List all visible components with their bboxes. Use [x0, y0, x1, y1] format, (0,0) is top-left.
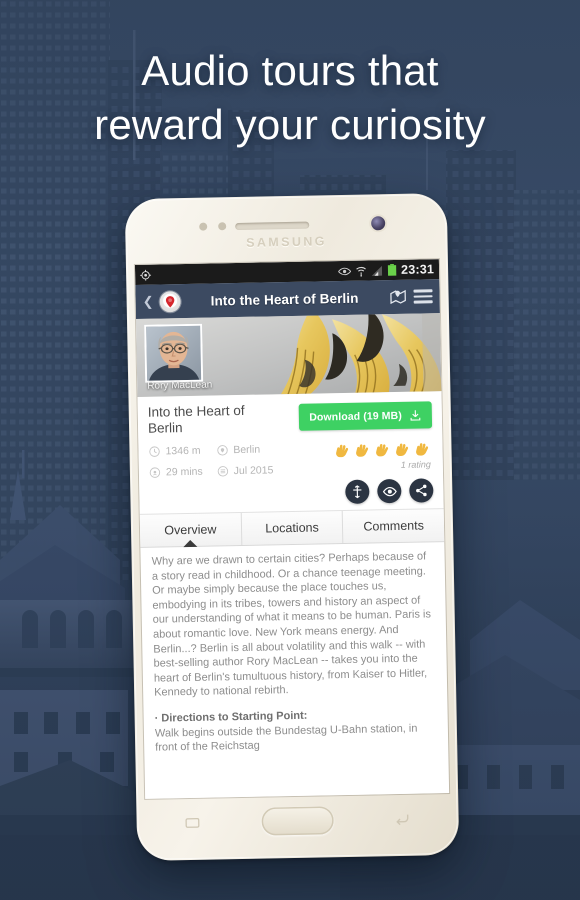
clap-icon — [416, 443, 429, 456]
app-header-bar: ❮ Into the Heart of Berlin — [135, 279, 440, 319]
clap-icon — [376, 443, 389, 457]
hamburger-menu-icon[interactable] — [413, 289, 433, 304]
front-camera-icon — [371, 216, 386, 231]
eye-icon — [338, 267, 352, 275]
meta-distance-value: 1346 m — [165, 444, 201, 458]
meta-duration: 29 mins — [149, 466, 203, 479]
download-button-label: Download (19 MB) — [309, 409, 402, 424]
route-directions-icon[interactable] — [345, 479, 370, 504]
duration-icon — [149, 467, 161, 478]
map-pin-logo-icon[interactable] — [159, 290, 181, 312]
rating-count-label: 1 rating — [400, 459, 431, 470]
calendar-icon — [217, 466, 228, 477]
phone-top-bezel: SAMSUNG — [125, 193, 448, 265]
description-paragraph: Why are we drawn to certain cities? Perh… — [151, 550, 432, 700]
download-button[interactable]: Download (19 MB) — [299, 401, 433, 431]
meta-date: Jul 2015 — [217, 464, 274, 478]
phone-screen: 23:31 ❮ Into the Heart of Berlin Rory Ma… — [134, 259, 450, 799]
meta-duration-value: 29 mins — [165, 465, 203, 479]
tour-title: Into the Heart of Berlin — [147, 402, 245, 436]
meta-city-value: Berlin — [233, 443, 261, 457]
back-chevron-icon[interactable]: ❮ — [142, 294, 153, 310]
tour-info-section: Into the Heart of Berlin Download (19 MB… — [137, 391, 444, 514]
city-icon — [217, 445, 228, 456]
tab-comments[interactable]: Comments — [342, 509, 445, 544]
clap-icon — [336, 444, 349, 458]
promo-headline: Audio tours that reward your curiosity — [0, 44, 580, 152]
home-button[interactable] — [261, 806, 334, 836]
download-icon — [410, 410, 421, 421]
status-bar-clock: 23:31 — [400, 262, 435, 277]
rating-block: 1 rating — [333, 440, 433, 471]
headline-line-1: Audio tours that — [141, 47, 439, 94]
overview-description: Why are we drawn to certain cities? Perh… — [140, 542, 448, 756]
share-icon[interactable] — [409, 478, 434, 503]
author-avatar — [144, 323, 204, 383]
headline-line-2: reward your curiosity — [94, 101, 486, 148]
phone-bottom-bezel — [136, 793, 459, 861]
gps-location-icon — [140, 269, 152, 281]
device-brand-label: SAMSUNG — [246, 234, 327, 250]
earpiece-speaker — [235, 221, 310, 231]
wifi-icon — [356, 266, 366, 277]
clap-icon — [356, 444, 369, 457]
rating-claps[interactable] — [333, 440, 430, 459]
tab-overview[interactable]: Overview — [140, 513, 241, 547]
signal-icon — [371, 265, 383, 276]
map-book-icon[interactable] — [388, 287, 407, 306]
meta-city: Berlin — [216, 443, 273, 456]
meta-distance: 1346 m — [148, 445, 202, 458]
author-portrait-illustration — [146, 325, 202, 381]
tour-meta-row: 1346 m Berlin 29 mins Jul 2015 1 rating — [148, 440, 433, 478]
distance-icon — [149, 446, 160, 457]
directions-body: Walk begins outside the Bundestag U-Bahn… — [154, 722, 418, 754]
proximity-sensor-icon — [199, 222, 227, 231]
phone-mockup: SAMSUNG 23:31 ❮ Into the Heart of Berlin… — [124, 192, 460, 862]
back-arrow-icon[interactable] — [393, 812, 410, 831]
tour-action-buttons — [149, 478, 434, 507]
author-name-label: Rory MacLean — [147, 379, 213, 392]
tour-hero-image: Rory MacLean — [135, 313, 442, 397]
app-header-title: Into the Heart of Berlin — [210, 290, 359, 309]
meta-date-value: Jul 2015 — [233, 464, 274, 478]
clap-icon — [396, 443, 409, 456]
tab-locations[interactable]: Locations — [240, 511, 343, 545]
battery-icon — [387, 263, 397, 276]
eye-preview-icon[interactable] — [377, 478, 402, 504]
content-tabs: Overview Locations Comments — [139, 508, 445, 548]
recent-apps-icon[interactable] — [185, 816, 202, 835]
